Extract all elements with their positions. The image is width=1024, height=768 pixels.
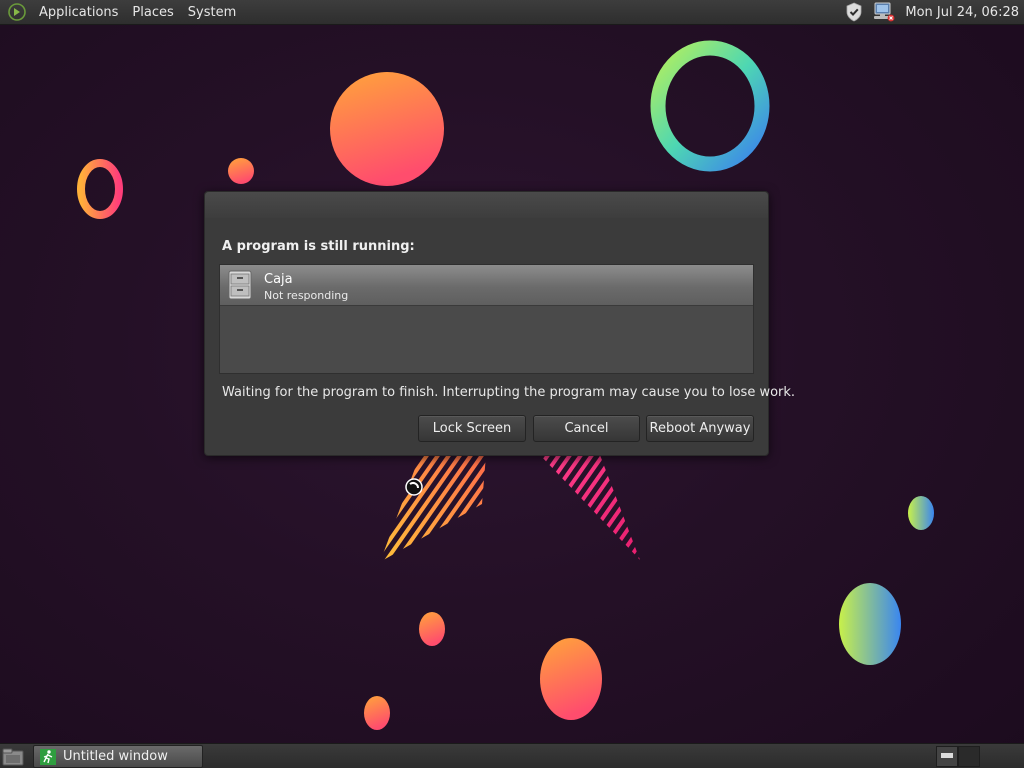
green-blue-ring [650,40,770,172]
running-program-list[interactable]: Caja Not responding [219,264,754,374]
file-cabinet-icon [228,270,252,300]
show-desktop-icon[interactable] [2,747,24,767]
menu-system[interactable]: System [181,0,243,25]
orange-bubble-large [330,72,444,186]
mouse-cursor-icon [405,478,423,496]
shield-icon[interactable] [843,1,865,23]
network-icon[interactable] [873,1,895,23]
orange-bubble-bottom [540,638,602,720]
lock-screen-button[interactable]: Lock Screen [418,415,526,442]
list-item[interactable]: Caja Not responding [220,265,753,306]
small-ring [77,159,123,219]
top-panel: Applications Places System Mon Jul 24, 0… [0,0,1024,25]
orange-bubble-small [228,158,254,184]
bottom-panel: Untitled window [0,743,1024,768]
mate-logo-icon[interactable] [8,3,26,21]
dialog-titlebar[interactable] [205,192,768,218]
workspace-2[interactable] [958,746,980,767]
taskbar-window-button[interactable]: Untitled window [33,745,203,768]
logout-inhibit-dialog: A program is still running: Caja Not res… [204,191,795,456]
reboot-anyway-button[interactable]: Reboot Anyway [646,415,754,442]
cancel-button[interactable]: Cancel [533,415,640,442]
program-status: Not responding [264,289,349,302]
striped-shapes [380,455,640,562]
workspace-switcher [936,746,980,767]
running-man-icon [40,748,56,765]
taskbar-window-label: Untitled window [63,749,168,764]
workspace-1[interactable] [936,746,958,767]
menu-places[interactable]: Places [125,0,180,25]
dialog-message: Waiting for the program to finish. Inter… [222,385,796,400]
workspace-window-thumb [941,753,953,758]
program-name: Caja [264,272,293,287]
system-tray: Mon Jul 24, 06:28 [843,0,1024,25]
blue-bubble-small [908,496,934,530]
dialog-heading: A program is still running: [222,239,415,254]
clock[interactable]: Mon Jul 24, 06:28 [905,5,1019,20]
orange-bubble-mid [419,612,445,646]
blue-bubble-large [839,583,901,665]
menu-applications[interactable]: Applications [32,0,125,25]
orange-bubble-bottom-left [364,696,390,730]
